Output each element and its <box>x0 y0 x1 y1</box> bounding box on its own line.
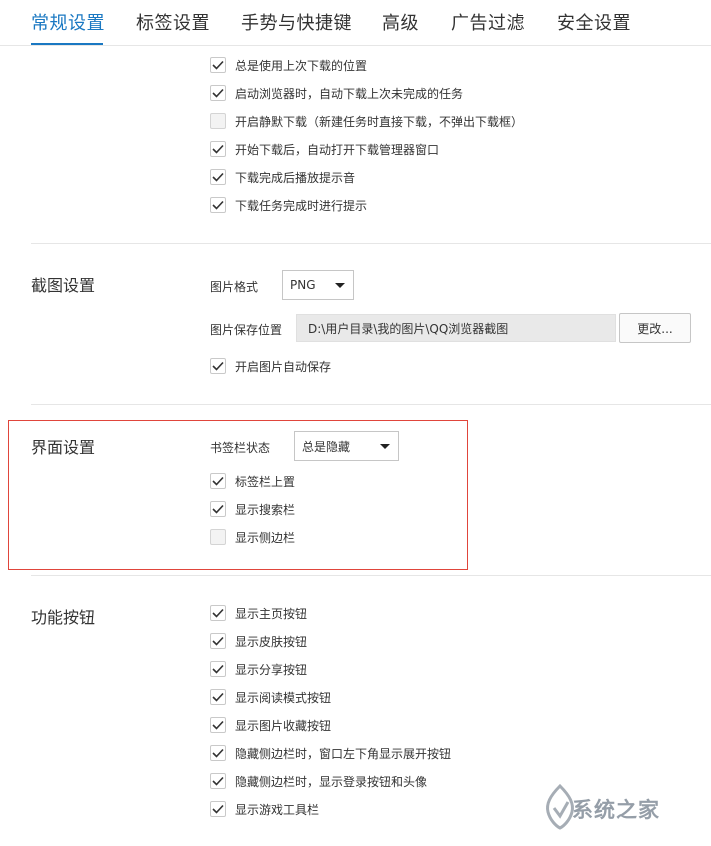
checkmark-icon <box>212 476 224 486</box>
buttons-option-home[interactable]: 显示主页按钮 <box>210 604 307 622</box>
download-option-open-manager[interactable]: 开始下载后，自动打开下载管理器窗口 <box>210 140 439 158</box>
checkmark-icon <box>212 88 224 98</box>
checkbox[interactable] <box>210 801 226 817</box>
buttons-option-login-avatar[interactable]: 隐藏侧边栏时，显示登录按钮和头像 <box>210 772 427 790</box>
download-option-silent-download[interactable]: 开启静默下载（新建任务时直接下载，不弹出下载框） <box>210 112 523 130</box>
buttons-option-expand-button[interactable]: 隐藏侧边栏时，窗口左下角显示展开按钮 <box>210 744 451 762</box>
checkmark-icon <box>212 504 224 514</box>
checkbox-label: 总是使用上次下载的位置 <box>235 58 368 73</box>
dropdown-arrow-icon <box>380 444 390 449</box>
settings-tab-bar: 常规设置 标签设置 手势与快捷键 高级 广告过滤 安全设置 <box>0 0 711 46</box>
checkbox[interactable] <box>210 605 226 621</box>
dropdown-arrow-icon <box>335 283 345 288</box>
checkbox-label: 隐藏侧边栏时，显示登录按钮和头像 <box>235 774 428 789</box>
checkbox[interactable] <box>210 473 226 489</box>
checkbox-label: 隐藏侧边栏时，窗口左下角显示展开按钮 <box>235 746 452 761</box>
checkbox-label: 显示阅读模式按钮 <box>235 690 332 705</box>
checkbox[interactable] <box>210 197 226 213</box>
checkbox[interactable] <box>210 358 226 374</box>
checkbox-label: 启动浏览器时，自动下载上次未完成的任务 <box>235 86 464 101</box>
image-format-select[interactable]: PNG <box>282 270 354 300</box>
bookmark-bar-label: 书签栏状态 <box>210 441 271 455</box>
autosave-option[interactable]: 开启图片自动保存 <box>210 357 331 375</box>
download-option-remember-location[interactable]: 总是使用上次下载的位置 <box>210 56 367 74</box>
interface-option-show-sidebar[interactable]: 显示侧边栏 <box>210 528 295 546</box>
buttons-option-reading-mode[interactable]: 显示阅读模式按钮 <box>210 688 331 706</box>
checkbox-label: 显示图片收藏按钮 <box>235 718 332 733</box>
watermark: 系统之家 <box>540 780 711 846</box>
checkbox[interactable] <box>210 717 226 733</box>
bookmark-bar-value: 总是隐藏 <box>302 439 351 454</box>
checkbox-label: 显示皮肤按钮 <box>235 634 308 649</box>
image-format-label: 图片格式 <box>210 280 259 294</box>
checkbox[interactable] <box>210 745 226 761</box>
checkbox-label: 标签栏上置 <box>235 474 296 489</box>
screenshot-section-title: 截图设置 <box>31 276 96 295</box>
checkmark-icon <box>212 200 224 210</box>
checkbox-label: 开启图片自动保存 <box>235 359 332 374</box>
checkbox[interactable] <box>210 169 226 185</box>
tab-gestures-shortcuts[interactable]: 手势与快捷键 <box>241 9 352 35</box>
save-path-field: D:\用户目录\我的图片\QQ浏览器截图 <box>296 314 616 342</box>
buttons-section-title: 功能按钮 <box>31 608 96 627</box>
checkbox-label: 下载任务完成时进行提示 <box>235 198 368 213</box>
buttons-option-image-collect[interactable]: 显示图片收藏按钮 <box>210 716 331 734</box>
checkbox[interactable] <box>210 113 226 129</box>
interface-option-tabbar-top[interactable]: 标签栏上置 <box>210 472 295 490</box>
checkmark-icon <box>212 776 224 786</box>
interface-option-show-searchbar[interactable]: 显示搜索栏 <box>210 500 295 518</box>
tab-tab-settings[interactable]: 标签设置 <box>136 9 210 35</box>
checkbox-label: 开始下载后，自动打开下载管理器窗口 <box>235 142 440 157</box>
checkbox-label: 显示侧边栏 <box>235 530 296 545</box>
checkbox-label: 显示分享按钮 <box>235 662 308 677</box>
buttons-option-game-toolbar[interactable]: 显示游戏工具栏 <box>210 800 319 818</box>
checkmark-icon <box>212 60 224 70</box>
active-tab-indicator <box>31 43 103 45</box>
checkbox[interactable] <box>210 773 226 789</box>
save-location-label: 图片保存位置 <box>210 323 283 337</box>
checkmark-icon <box>212 692 224 702</box>
checkbox-label: 下载完成后播放提示音 <box>235 170 356 185</box>
checkbox-label: 开启静默下载（新建任务时直接下载，不弹出下载框） <box>235 114 524 129</box>
checkmark-icon <box>212 720 224 730</box>
change-path-button[interactable]: 更改... <box>619 313 691 343</box>
checkmark-icon <box>212 636 224 646</box>
checkmark-icon <box>212 361 224 371</box>
download-option-notify-complete[interactable]: 下载任务完成时进行提示 <box>210 196 367 214</box>
checkbox[interactable] <box>210 529 226 545</box>
tab-security-settings[interactable]: 安全设置 <box>557 9 631 35</box>
checkmark-icon <box>212 172 224 182</box>
checkbox[interactable] <box>210 85 226 101</box>
section-divider <box>31 243 711 244</box>
checkbox[interactable] <box>210 501 226 517</box>
checkmark-icon <box>212 804 224 814</box>
checkbox[interactable] <box>210 633 226 649</box>
buttons-option-skin[interactable]: 显示皮肤按钮 <box>210 632 307 650</box>
tab-general-settings[interactable]: 常规设置 <box>31 9 105 35</box>
checkbox[interactable] <box>210 57 226 73</box>
buttons-option-share[interactable]: 显示分享按钮 <box>210 660 307 678</box>
checkmark-icon <box>212 144 224 154</box>
checkmark-icon <box>212 608 224 618</box>
checkmark-icon <box>212 748 224 758</box>
checkbox-label: 显示搜索栏 <box>235 502 296 517</box>
checkmark-icon <box>212 664 224 674</box>
section-divider <box>31 575 711 576</box>
bookmark-bar-select[interactable]: 总是隐藏 <box>294 431 399 461</box>
download-option-play-sound[interactable]: 下载完成后播放提示音 <box>210 168 355 186</box>
section-divider <box>31 404 711 405</box>
watermark-text: 系统之家 <box>572 798 660 822</box>
tab-advanced[interactable]: 高级 <box>382 9 419 35</box>
checkbox[interactable] <box>210 661 226 677</box>
checkbox-label: 显示游戏工具栏 <box>235 802 320 817</box>
save-path-value: D:\用户目录\我的图片\QQ浏览器截图 <box>308 321 509 336</box>
checkbox[interactable] <box>210 141 226 157</box>
checkbox-label: 显示主页按钮 <box>235 606 308 621</box>
image-format-value: PNG <box>290 278 316 292</box>
tab-ad-filter[interactable]: 广告过滤 <box>451 9 525 35</box>
download-option-resume-on-start[interactable]: 启动浏览器时，自动下载上次未完成的任务 <box>210 84 463 102</box>
interface-section-title: 界面设置 <box>31 438 96 457</box>
checkbox[interactable] <box>210 689 226 705</box>
